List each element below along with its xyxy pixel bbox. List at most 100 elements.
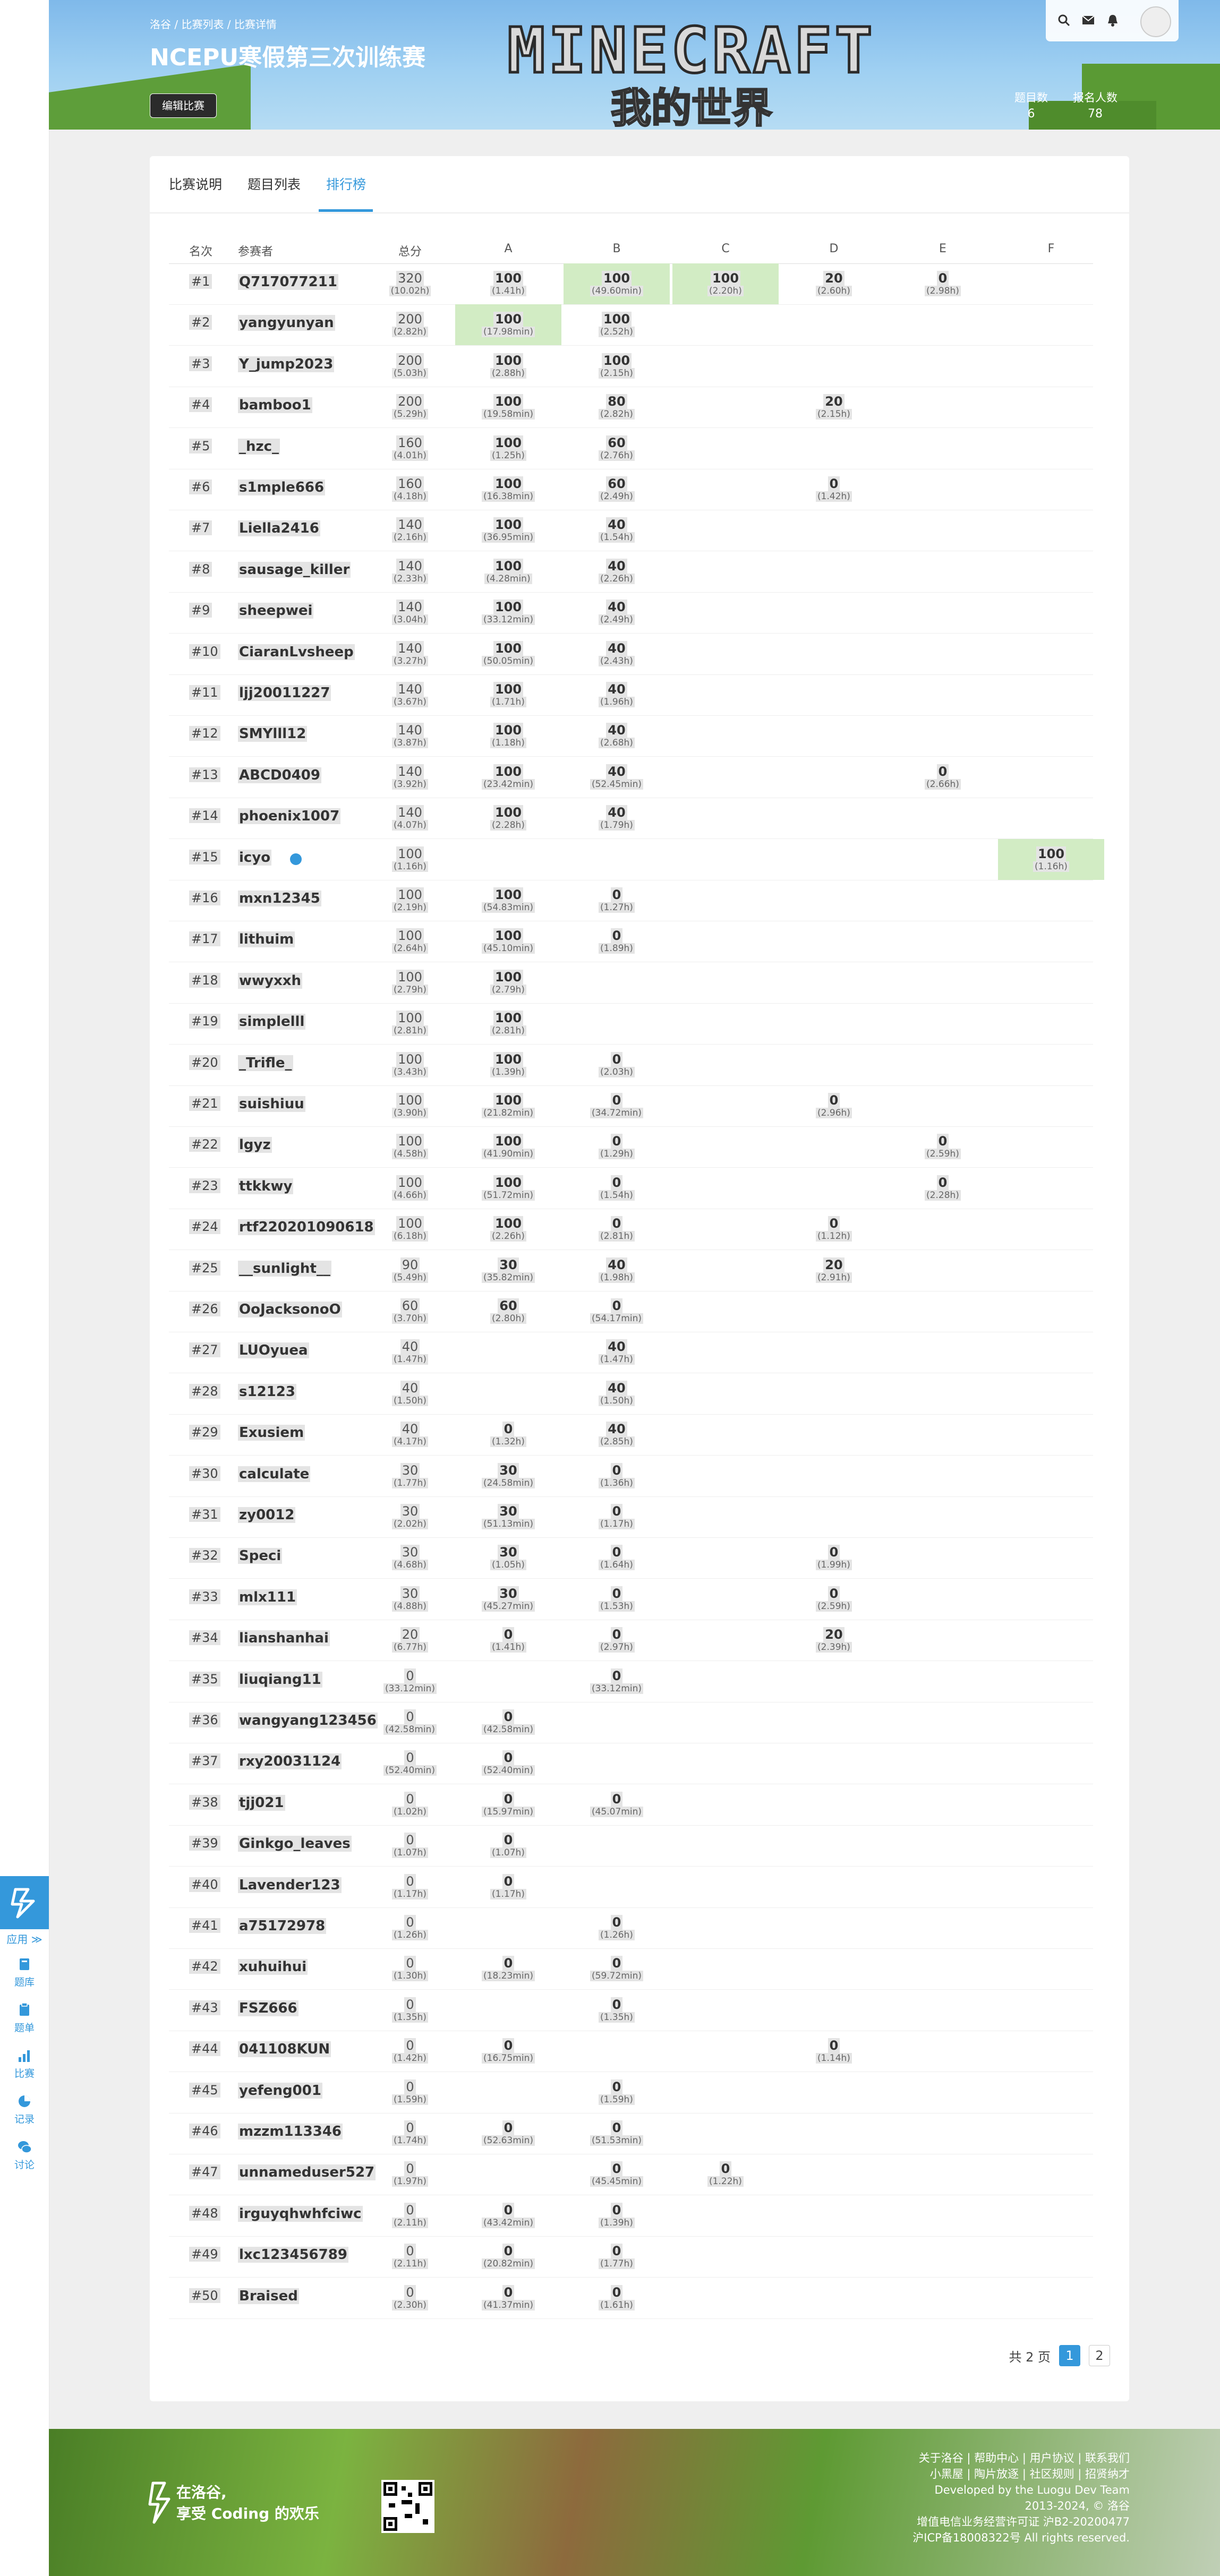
page-button-2[interactable]: 2 [1089,2345,1110,2366]
participant-name-link[interactable]: rtf220201090618 [238,1219,375,1236]
sidebar-item-discuss[interactable]: 讨论 [0,2139,49,2171]
footer-icp[interactable]: 沪ICP备18008322号 All rights reserved. [832,2530,1130,2546]
problem-a-score-cell[interactable]: 100 (2.26h) [455,1213,561,1246]
problem-b-score-cell[interactable]: 0 (1.54h) [564,1172,670,1205]
participant-name-link[interactable]: LUOyuea [238,1342,309,1359]
participant-name-link[interactable]: Lavender123 [238,1877,342,1893]
problem-d-score-cell[interactable]: 0 (2.96h) [781,1090,887,1123]
problem-a-score-cell[interactable]: 0 (1.32h) [455,1418,561,1452]
problem-b-score-cell[interactable]: 0 (59.72min) [564,1953,670,1986]
participant-name-link[interactable]: mxn12345 [238,891,321,906]
search-icon[interactable] [1056,13,1071,28]
problem-b-score-cell[interactable]: 40 (2.68h) [564,720,670,753]
participant-name-link[interactable]: s1mple666 [238,480,326,495]
problem-e-score-cell[interactable]: 0 (2.59h) [890,1131,996,1164]
problem-b-score-cell[interactable]: 40 (1.98h) [564,1254,670,1288]
participant-name-link[interactable]: zy0012 [238,1507,296,1523]
problem-a-score-cell[interactable]: 0 (41.37min) [455,2282,561,2315]
problem-b-score-cell[interactable]: 0 (1.64h) [564,1542,670,1575]
problem-d-score-cell[interactable]: 0 (1.42h) [781,473,887,507]
problem-d-score-cell[interactable]: 0 (1.14h) [781,2035,887,2068]
problem-b-score-cell[interactable]: 0 (1.27h) [564,884,670,918]
problem-a-score-cell[interactable]: 0 (43.42min) [455,2200,561,2233]
problem-b-score-cell[interactable]: 40 (1.54h) [564,514,670,547]
sidebar-item-lists[interactable]: 题单 [0,2002,49,2034]
problem-d-score-cell[interactable]: 20 (2.39h) [781,1624,887,1657]
problem-a-score-cell[interactable]: 100 (1.18h) [455,720,561,753]
problem-d-score-cell[interactable]: 20 (2.91h) [781,1254,887,1288]
participant-name-link[interactable]: SMYlll12 [238,726,308,742]
problem-a-score-cell[interactable]: 0 (1.07h) [455,1829,561,1863]
problem-b-score-cell[interactable]: 60 (2.76h) [564,432,670,466]
problem-a-score-cell[interactable]: 100 (21.82min) [455,1090,561,1123]
problem-f-score-cell[interactable]: 100 (1.16h) [998,838,1104,880]
participant-name-link[interactable]: phoenix1007 [238,808,341,825]
problem-a-score-cell[interactable]: 0 (52.40min) [455,1747,561,1781]
participant-name-link[interactable]: simplelll [238,1014,306,1030]
column-header-problem-a[interactable]: A [498,242,519,255]
participant-name-link[interactable]: suishiuu [238,1096,305,1112]
problem-b-score-cell[interactable]: 0 (45.07min) [564,1788,670,1822]
problem-d-score-cell[interactable]: 20 (2.60h) [781,268,887,301]
problem-a-score-cell[interactable]: 100 (1.71h) [455,679,561,712]
problem-a-score-cell[interactable]: 100 (54.83min) [455,884,561,918]
participant-name-link[interactable]: icyo [238,849,272,866]
column-header-problem-e[interactable]: E [932,242,953,255]
participant-name-link[interactable]: Braised [238,2288,299,2304]
problem-a-score-cell[interactable]: 100 (2.88h) [455,350,561,383]
edit-contest-button[interactable]: 编辑比赛 [150,93,217,118]
participant-name-link[interactable]: Liella2416 [238,520,320,537]
participant-name-link[interactable]: ttkkwy [238,1178,294,1194]
problem-a-score-cell[interactable]: 100 (1.39h) [455,1049,561,1082]
footer-license[interactable]: 增值电信业务经营许可证 沪B2-20200477 [832,2514,1130,2530]
problem-b-score-cell[interactable]: 60 (2.49h) [564,473,670,507]
participant-name-link[interactable]: rxy20031124 [238,1753,342,1770]
problem-a-score-cell[interactable]: 100 (19.58min) [455,391,561,424]
problem-b-score-cell[interactable]: 0 (2.81h) [564,1213,670,1246]
problem-b-score-cell[interactable]: 0 (1.29h) [564,1131,670,1164]
problem-a-score-cell[interactable]: 100 (23.42min) [455,761,561,794]
participant-name-link[interactable]: mzzm113346 [238,2124,343,2139]
participant-name-link[interactable]: mlx111 [238,1589,297,1605]
problem-b-score-cell[interactable]: 0 (2.03h) [564,1049,670,1082]
sidebar-item-contests[interactable]: 比赛 [0,2048,49,2080]
participant-name-link[interactable]: CiaranLvsheep [238,644,355,660]
mail-icon[interactable] [1081,13,1096,28]
problem-c-score-cell[interactable]: 100 (2.20h) [672,263,779,304]
problem-b-score-cell[interactable]: 0 (51.53min) [564,2117,670,2151]
footer-links[interactable]: 小黑屋 | 陶片放逐 | 社区规则 | 招贤纳才 [832,2466,1130,2482]
problem-a-score-cell[interactable]: 30 (1.05h) [455,1542,561,1575]
problem-a-score-cell[interactable]: 100 (2.79h) [455,966,561,1000]
tab-description[interactable]: 比赛说明 [169,174,222,193]
problem-b-score-cell[interactable]: 40 (1.50h) [564,1377,670,1411]
problem-b-score-cell[interactable]: 0 (1.35h) [564,1994,670,2027]
problem-a-score-cell[interactable]: 100 (51.72min) [455,1172,561,1205]
problem-a-score-cell[interactable]: 30 (24.58min) [455,1460,561,1493]
problem-a-score-cell[interactable]: 0 (1.17h) [455,1871,561,1904]
participant-name-link[interactable]: _hzc_ [238,438,280,455]
participant-name-link[interactable]: calculate [238,1466,311,1482]
participant-name-link[interactable]: lxc123456789 [238,2247,348,2263]
problem-a-score-cell[interactable]: 60 (2.80h) [455,1295,561,1329]
problem-b-score-cell[interactable]: 0 (54.17min) [564,1295,670,1329]
problem-c-score-cell[interactable]: 0 (1.22h) [672,2158,779,2192]
participant-name-link[interactable]: xuhuihui [238,1959,308,1975]
problem-a-score-cell[interactable]: 0 (42.58min) [455,1706,561,1740]
participant-name-link[interactable]: tjj021 [238,1794,285,1811]
tab-problems[interactable]: 题目列表 [248,174,301,193]
problem-b-score-cell[interactable]: 40 (2.26h) [564,555,670,589]
problem-a-score-cell[interactable]: 100 (33.12min) [455,596,561,630]
problem-b-score-cell[interactable]: 80 (2.82h) [564,391,670,424]
problem-a-score-cell[interactable]: 0 (18.23min) [455,1953,561,1986]
problem-a-score-cell[interactable]: 100 (1.25h) [455,432,561,466]
participant-name-link[interactable]: unnameduser527 [238,2164,376,2181]
problem-b-score-cell[interactable]: 0 (1.59h) [564,2076,670,2110]
problem-a-score-cell[interactable]: 100 (2.81h) [455,1007,561,1041]
problem-b-score-cell[interactable]: 0 (1.77h) [564,2240,670,2274]
participant-name-link[interactable]: yefeng001 [238,2082,322,2099]
problem-a-score-cell[interactable]: 30 (45.27min) [455,1583,561,1616]
participant-name-link[interactable]: FSZ666 [238,2000,298,2016]
problem-b-score-cell[interactable]: 40 (1.79h) [564,802,670,835]
problem-b-score-cell[interactable]: 0 (1.26h) [564,1912,670,1945]
participant-name-link[interactable]: s12123 [238,1383,296,1400]
